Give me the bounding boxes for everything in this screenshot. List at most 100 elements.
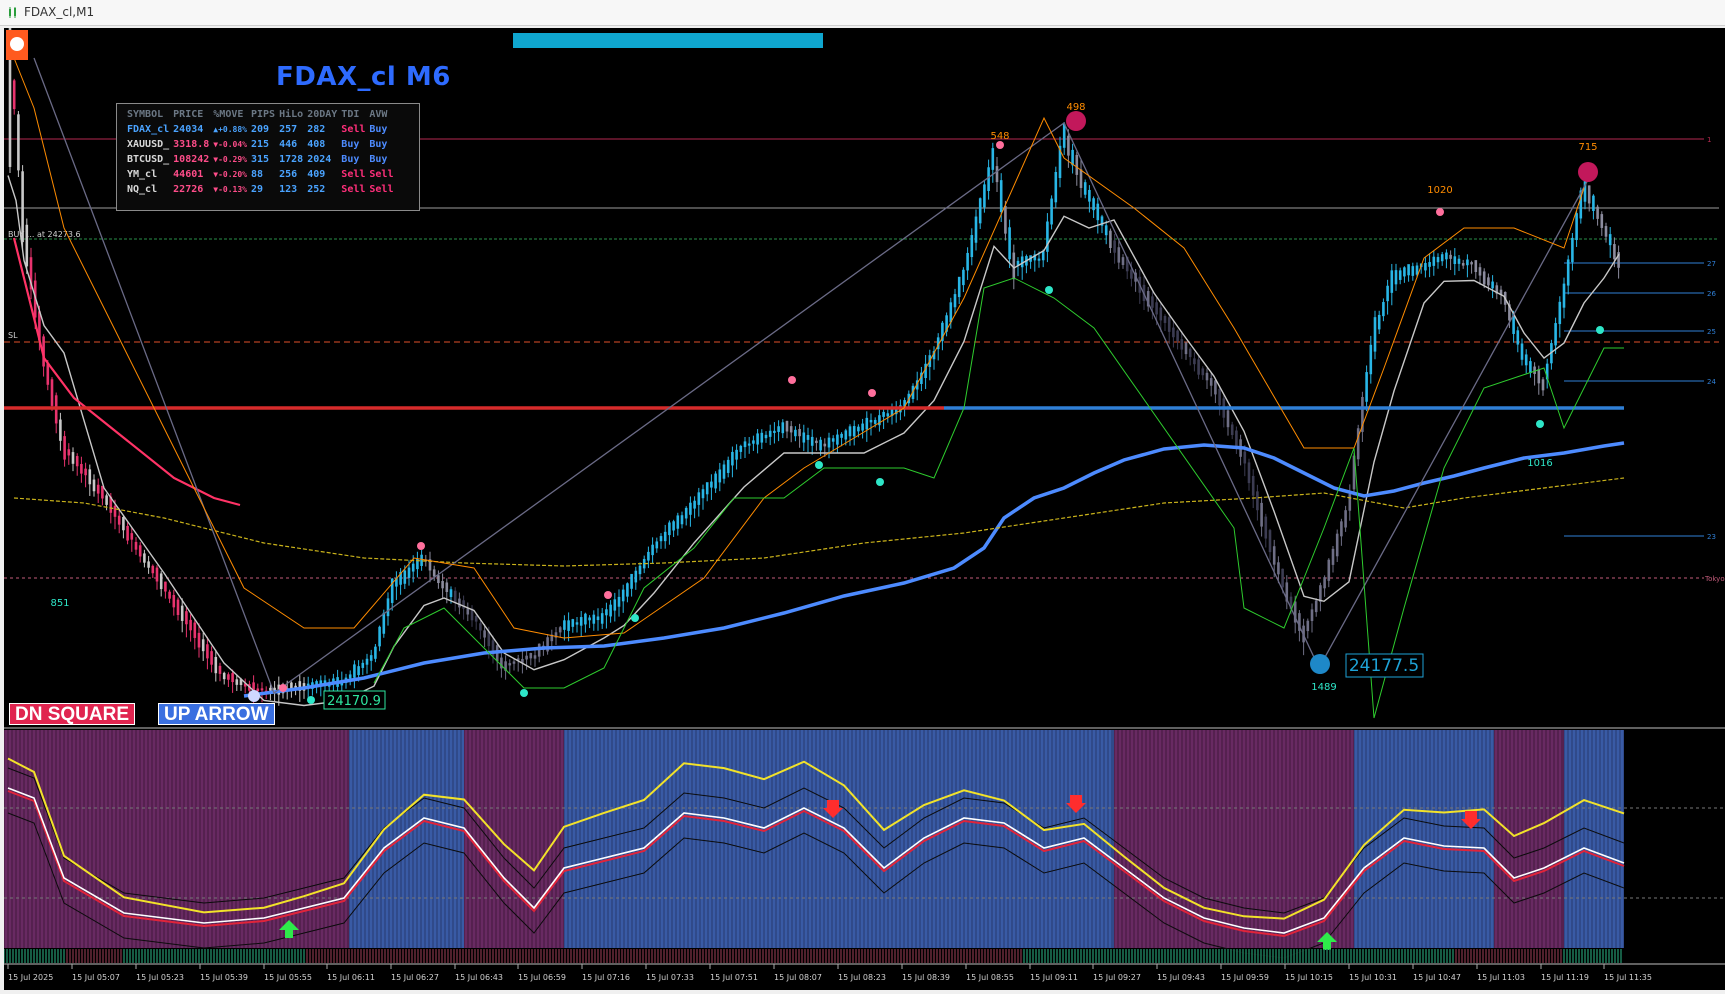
candle-body — [626, 583, 629, 597]
candle-body — [201, 639, 205, 652]
dashboard-cell-pips: 315 — [251, 154, 270, 165]
candle-body — [1394, 270, 1398, 285]
candle-body — [138, 545, 142, 557]
candle-body — [1377, 314, 1381, 330]
level-label: 23 — [1707, 533, 1716, 541]
candle-body — [1453, 256, 1457, 265]
time-tick-label: 15 Jul 10:31 — [1349, 973, 1397, 982]
candle-body — [970, 235, 974, 258]
candle-body — [949, 302, 953, 323]
candle-body — [269, 687, 272, 691]
candle-body — [953, 294, 957, 308]
time-tick-label: 15 Jul 09:43 — [1157, 973, 1205, 982]
candle-body — [88, 469, 92, 485]
candle-body — [193, 622, 197, 638]
signal-dot-pink — [788, 376, 796, 384]
candle-body — [1092, 198, 1095, 211]
dashboard-row: FDAX_cl 24034 ▲+0.88% 209 257 282 Sell Buy — [125, 122, 395, 137]
candle-body — [1113, 240, 1116, 253]
candle-body — [176, 599, 180, 615]
candle-body — [1436, 257, 1440, 263]
candle-body — [1491, 281, 1494, 289]
candle-body — [437, 575, 440, 584]
candle-body — [714, 473, 717, 489]
candle-body — [815, 440, 818, 444]
dashboard-cell-hilo: 123 — [279, 184, 298, 195]
candle-body — [1529, 361, 1532, 373]
candle-body — [567, 620, 570, 631]
candle-body — [861, 423, 864, 431]
candle-body — [147, 561, 150, 568]
candle-body — [1386, 285, 1389, 302]
candle-body — [1331, 548, 1335, 565]
candle-body — [609, 604, 612, 617]
candle-body — [1319, 585, 1322, 602]
candle-body — [1130, 269, 1133, 279]
dashboard-cell-symbol: XAUUSD_ — [127, 139, 170, 150]
candle-body — [1348, 494, 1352, 511]
candle-body — [739, 445, 743, 452]
signal-dot-teal — [876, 478, 884, 486]
time-tick-label: 15 Jul 05:23 — [136, 973, 184, 982]
candle-body — [718, 469, 722, 483]
candle-body — [659, 536, 663, 542]
candle-body — [256, 688, 260, 692]
candle-body — [857, 426, 860, 432]
annotation-label: 1489 — [1311, 682, 1336, 693]
candle-body — [1365, 372, 1368, 402]
dashboard-col-header: 20DAY — [307, 109, 338, 120]
window-titlebar: FDAX_cl,M1 — [0, 0, 1725, 26]
candle-body — [529, 653, 533, 659]
candle-body — [987, 167, 990, 191]
candle-body — [533, 655, 537, 659]
candle-body — [701, 489, 705, 499]
candle-body — [764, 434, 768, 439]
candle-body — [1575, 213, 1578, 240]
candle-body — [617, 596, 621, 607]
dashboard-cell-avw: Sell — [369, 169, 394, 180]
signal-dot-pink — [868, 389, 876, 397]
time-tick-label: 15 Jul 07:16 — [582, 973, 630, 982]
up-arrow-badge[interactable]: UP ARROW — [158, 703, 275, 725]
candle-body — [1104, 225, 1108, 236]
candle-body — [1457, 258, 1461, 264]
time-tick-label: 15 Jul 10:15 — [1285, 973, 1333, 982]
candle-body — [227, 674, 230, 680]
candle-body — [1205, 372, 1209, 381]
candle-body — [672, 521, 675, 531]
level-label: 27 — [1707, 260, 1716, 268]
candle-body — [1277, 562, 1280, 575]
candle-body — [1180, 339, 1184, 350]
dashboard-header: SYMBOL PRICE %MOVE PIPS HiLo 20DAY TDI AVW — [125, 107, 395, 122]
candle-body — [143, 553, 146, 563]
candle-body — [197, 632, 201, 648]
signal-dot-teal — [520, 689, 528, 697]
dashboard-cell-hilo: 256 — [279, 169, 298, 180]
level-label: 24 — [1707, 378, 1716, 386]
candle-body — [760, 432, 764, 443]
candle-body — [1369, 344, 1373, 375]
symbol-dashboard: SYMBOL PRICE %MOVE PIPS HiLo 20DAY TDI AVW FDAX… — [116, 103, 420, 211]
candle-body — [777, 426, 780, 432]
dashboard-cell-avw: Buy — [369, 124, 388, 135]
candle-body — [1407, 264, 1410, 276]
candle-body — [462, 600, 465, 609]
dn-square-badge[interactable]: DN SQUARE — [9, 703, 136, 725]
candle-body — [571, 619, 575, 627]
candle-body — [1487, 277, 1490, 286]
candle-body — [957, 276, 961, 298]
candle-body — [1226, 410, 1230, 428]
candle-body — [1062, 123, 1066, 148]
candle-body — [1340, 521, 1343, 537]
candle-body — [710, 481, 713, 488]
dashboard-col-header: SYMBOL — [127, 109, 164, 120]
chart-icon — [9, 7, 16, 18]
candle-body — [1121, 257, 1125, 266]
candle-body — [651, 544, 654, 556]
candle-body — [218, 665, 222, 674]
candle-body — [655, 541, 659, 549]
candle-body — [1230, 424, 1234, 436]
dashboard-cell-hilo: 1728 — [279, 154, 304, 165]
candle-body — [1167, 317, 1171, 332]
candle-body — [1344, 510, 1347, 528]
